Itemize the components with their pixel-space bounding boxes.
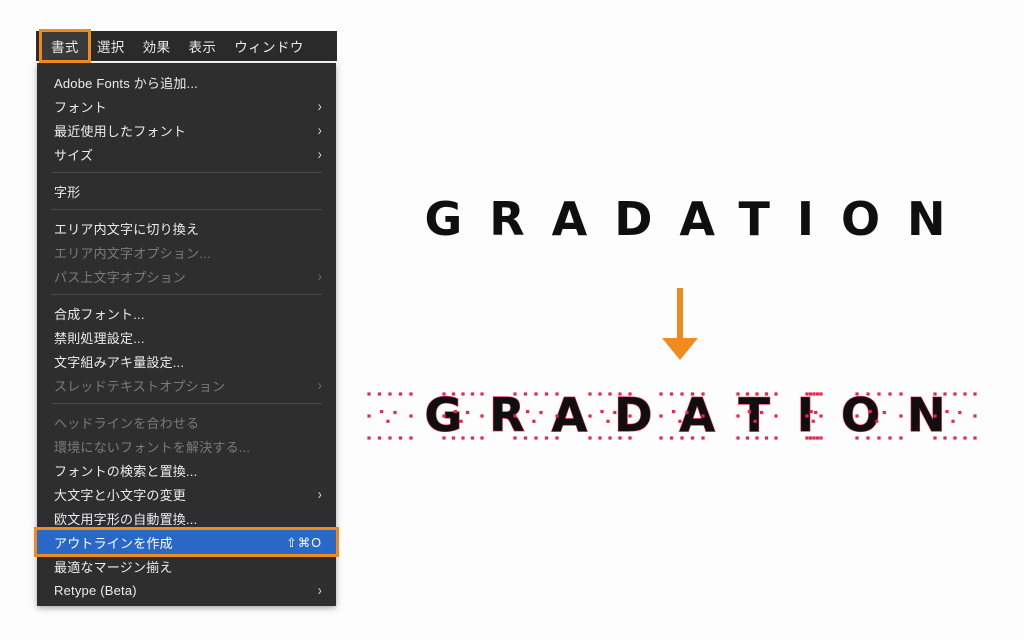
menu-item-label: フォント — [54, 99, 107, 115]
artwork-text-after-outline[interactable]: GRADATION — [355, 391, 1015, 438]
menu-item-label: 最適なマージン揃え — [54, 559, 173, 575]
menu-item-label: サイズ — [54, 147, 94, 163]
menu-item-18[interactable]: フォントの検索と置換... — [37, 458, 336, 482]
menu-item-label: 最近使用したフォント — [54, 123, 187, 139]
menu-item-13[interactable]: 文字組みアキ量設定... — [37, 349, 336, 373]
menu-item-label: 欧文用字形の自動置換... — [54, 511, 198, 527]
chevron-right-icon: › — [317, 97, 322, 115]
menu-item-label: 禁則処理設定... — [54, 330, 145, 346]
menu-item-5[interactable]: 字形 — [37, 179, 336, 203]
menu-item-label: 文字組みアキ量設定... — [54, 354, 185, 370]
menu-item-label: フォントの検索と置換... — [54, 463, 198, 479]
menu-item-9: パス上文字オプション › — [37, 264, 336, 288]
menu-item-label: アウトラインを作成 — [54, 535, 173, 551]
menu-item-3[interactable]: サイズ › — [37, 142, 336, 166]
menu-item-label: 字形 — [54, 184, 81, 200]
menu-item-0[interactable]: Adobe Fonts から追加... — [37, 70, 336, 94]
menubar-item-1[interactable]: 選択 — [88, 32, 134, 60]
menu-item-label: 大文字と小文字の変更 — [54, 487, 187, 503]
menu-separator — [51, 403, 322, 404]
menu-item-14: スレッドテキストオプション › — [37, 373, 336, 397]
artwork-text-before-outline[interactable]: GRADATION — [355, 196, 1015, 242]
menu-item-19[interactable]: 大文字と小文字の変更 › — [37, 482, 336, 506]
menubar-item-2[interactable]: 効果 — [134, 32, 180, 60]
menu-item-22[interactable]: 最適なマージン揃え — [37, 554, 336, 578]
menu-item-20[interactable]: 欧文用字形の自動置換... — [37, 506, 336, 530]
chevron-right-icon: › — [317, 581, 322, 599]
menubar-item-3[interactable]: 表示 — [179, 32, 225, 60]
menu-item-23[interactable]: Retype (Beta) › — [37, 578, 336, 602]
menu-item-16: ヘッドラインを合わせる — [37, 410, 336, 434]
chevron-right-icon: › — [317, 376, 322, 394]
menu-item-8: エリア内文字オプション... — [37, 240, 336, 264]
menu-bar: 書式 選択 効果 表示 ウィンドウ — [36, 31, 337, 61]
menu-item-label: エリア内文字オプション... — [54, 245, 211, 261]
menu-item-label: 合成フォント... — [54, 306, 145, 322]
chevron-right-icon: › — [317, 485, 322, 503]
menu-separator — [51, 172, 322, 173]
menu-item-shortcut: ⇧⌘O — [286, 535, 322, 550]
menubar-item-4[interactable]: ウィンドウ — [225, 32, 313, 60]
menu-item-label: ヘッドラインを合わせる — [54, 415, 200, 431]
chevron-right-icon: › — [317, 121, 322, 139]
menu-item-17: 環境にないフォントを解決する... — [37, 434, 336, 458]
chevron-right-icon: › — [317, 267, 322, 285]
artboard-canvas: GRADATION GRADATION — [337, 0, 1024, 640]
chevron-right-icon: › — [317, 145, 322, 163]
menubar-item-0[interactable]: 書式 — [42, 32, 88, 60]
menu-item-7[interactable]: エリア内文字に切り換え — [37, 216, 336, 240]
menu-item-label: スレッドテキストオプション — [54, 378, 226, 394]
menu-item-label: エリア内文字に切り換え — [54, 221, 200, 237]
menu-item-21[interactable]: アウトラインを作成 ⇧⌘O — [37, 530, 336, 554]
format-dropdown-menu: Adobe Fonts から追加... フォント › 最近使用したフォント › サイズ › 字… — [37, 63, 336, 606]
menu-separator — [51, 209, 322, 210]
down-arrow-icon — [662, 288, 698, 360]
menu-item-label: パス上文字オプション — [54, 269, 187, 285]
menu-separator — [51, 294, 322, 295]
menu-item-1[interactable]: フォント › — [37, 94, 336, 118]
menu-item-12[interactable]: 禁則処理設定... — [37, 325, 336, 349]
menu-item-label: 環境にないフォントを解決する... — [54, 439, 251, 455]
menu-item-2[interactable]: 最近使用したフォント › — [37, 118, 336, 142]
menu-item-11[interactable]: 合成フォント... — [37, 301, 336, 325]
menu-item-label: Retype (Beta) — [54, 582, 137, 598]
menu-item-label: Adobe Fonts から追加... — [54, 75, 198, 91]
